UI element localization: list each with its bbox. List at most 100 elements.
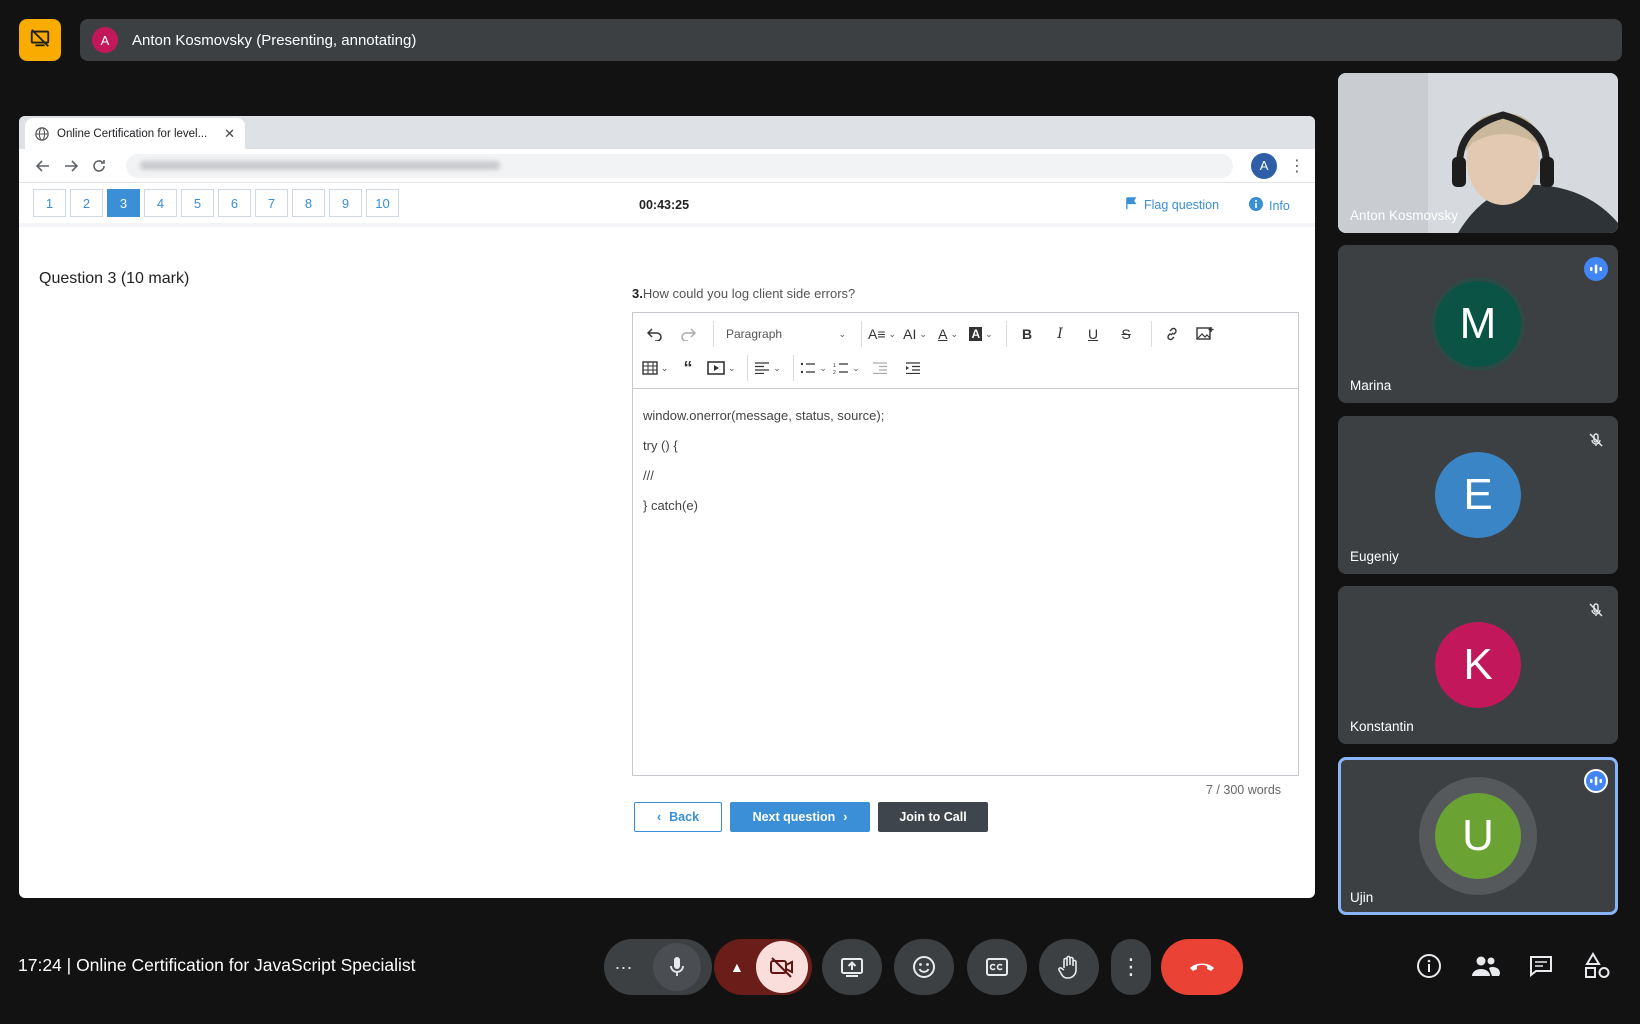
toolbar-divider bbox=[792, 355, 794, 381]
chevron-down-icon: ⌄ bbox=[728, 362, 736, 373]
participant-avatar: U bbox=[1435, 793, 1521, 879]
info-label: Info bbox=[1269, 198, 1290, 213]
back-arrow-icon[interactable] bbox=[29, 152, 57, 180]
meeting-details-icon[interactable] bbox=[1413, 950, 1445, 982]
paragraph-style-select[interactable]: Paragraph ⌄ bbox=[720, 320, 850, 348]
editor-content-area[interactable]: window.onerror(message, status, source);… bbox=[633, 389, 1298, 533]
question-nav-5[interactable]: 5 bbox=[181, 189, 214, 217]
undo-icon[interactable] bbox=[641, 320, 669, 348]
browser-profile-avatar[interactable]: A bbox=[1251, 152, 1277, 179]
back-label: Back bbox=[669, 810, 700, 824]
answer-line: try () { bbox=[643, 438, 678, 453]
tab-title: Online Certification for level... bbox=[57, 127, 208, 140]
strikethrough-icon[interactable]: S bbox=[1112, 320, 1140, 348]
chat-icon[interactable] bbox=[1525, 950, 1557, 982]
chevron-down-icon: ⌄ bbox=[660, 362, 669, 373]
chevron-up-icon[interactable]: ▲ bbox=[730, 959, 744, 975]
leave-call-button[interactable] bbox=[1161, 939, 1243, 995]
question-prompt: 3.How could you log client side errors? bbox=[632, 286, 855, 301]
participant-tile-konstantin[interactable]: K Konstantin bbox=[1338, 586, 1618, 744]
presenter-banner: A Anton Kosmovsky (Presenting, annotatin… bbox=[80, 19, 1622, 61]
word-count: 7 / 300 words bbox=[1206, 783, 1282, 797]
microphone-icon[interactable] bbox=[653, 943, 702, 991]
address-bar[interactable] bbox=[126, 153, 1234, 178]
question-nav-8[interactable]: 8 bbox=[292, 189, 325, 217]
font-color-icon[interactable]: A ⌄ bbox=[934, 320, 962, 348]
insert-image-icon[interactable] bbox=[1191, 320, 1219, 348]
link-icon[interactable] bbox=[1158, 320, 1186, 348]
presenter-label: Anton Kosmovsky (Presenting, annotating) bbox=[132, 31, 417, 49]
presenter-avatar: A bbox=[92, 27, 118, 53]
numbered-list-icon[interactable]: 1 2 ⌄ bbox=[833, 354, 861, 382]
chevron-down-icon: ⌄ bbox=[819, 362, 827, 373]
blurred-url bbox=[140, 161, 501, 170]
tab-close-icon[interactable]: ✕ bbox=[224, 126, 235, 142]
question-nav-4[interactable]: 4 bbox=[144, 189, 177, 217]
bulleted-list-icon[interactable]: ⌄ bbox=[800, 354, 828, 382]
chevron-down-icon: ⌄ bbox=[838, 328, 846, 339]
flag-question-link[interactable]: Flag question bbox=[1125, 197, 1219, 213]
answer-line: window.onerror(message, status, source); bbox=[643, 408, 885, 423]
raise-hand-button[interactable] bbox=[1039, 939, 1099, 995]
participant-tile-ujin[interactable]: U Ujin bbox=[1338, 757, 1618, 915]
info-link[interactable]: Info bbox=[1249, 197, 1290, 214]
stop-presenting-button[interactable] bbox=[19, 19, 61, 61]
activities-icon[interactable] bbox=[1581, 950, 1613, 982]
participant-avatar: E bbox=[1435, 452, 1521, 538]
question-nav-7[interactable]: 7 bbox=[255, 189, 288, 217]
indent-icon[interactable] bbox=[899, 354, 927, 382]
align-left-icon[interactable]: ⌄ bbox=[754, 354, 782, 382]
participant-tile-anton[interactable]: Anton Kosmovsky bbox=[1338, 73, 1618, 233]
toolbar-divider bbox=[746, 355, 748, 381]
toolbar-divider bbox=[861, 321, 862, 347]
question-nav-2[interactable]: 2 bbox=[70, 189, 103, 217]
reload-icon[interactable] bbox=[85, 152, 113, 180]
font-size-icon[interactable]: A≡ ⌄ bbox=[868, 320, 896, 348]
meeting-info: 17:24 | Online Certification for JavaScr… bbox=[18, 955, 416, 975]
toolbar-divider bbox=[713, 321, 714, 347]
media-embed-icon[interactable]: ⌄ bbox=[707, 354, 736, 382]
outdent-icon[interactable] bbox=[866, 354, 894, 382]
question-nav-1[interactable]: 1 bbox=[33, 189, 66, 217]
participant-name: Marina bbox=[1350, 378, 1392, 393]
join-to-call-label: Join to Call bbox=[899, 810, 967, 824]
join-to-call-button[interactable]: Join to Call bbox=[878, 802, 988, 832]
reactions-button[interactable] bbox=[894, 939, 954, 995]
shared-browser-window: Online Certification for level... ✕ A ⋮ … bbox=[19, 116, 1315, 898]
question-number: 3. bbox=[632, 286, 643, 301]
chevron-down-icon: ⌄ bbox=[773, 362, 781, 373]
hang-up-icon bbox=[1190, 963, 1214, 971]
camera-off-button[interactable] bbox=[756, 941, 808, 993]
captions-button[interactable] bbox=[967, 939, 1027, 995]
font-family-icon[interactable]: AI ⌄ bbox=[901, 320, 929, 348]
bold-icon[interactable]: B bbox=[1013, 320, 1041, 348]
question-nav-3[interactable]: 3 bbox=[107, 189, 140, 217]
table-icon[interactable]: ⌄ bbox=[641, 354, 669, 382]
more-options-button[interactable]: ⋮ bbox=[1111, 939, 1151, 995]
forward-arrow-icon[interactable] bbox=[57, 152, 85, 180]
question-text: How could you log client side errors? bbox=[642, 286, 856, 301]
underline-icon[interactable]: U bbox=[1079, 320, 1107, 348]
next-question-button[interactable]: Next question › bbox=[730, 802, 870, 832]
participant-name: Ujin bbox=[1350, 890, 1374, 905]
blockquote-icon[interactable]: “ bbox=[674, 354, 702, 382]
participant-avatar: K bbox=[1435, 622, 1521, 708]
browser-tab[interactable]: Online Certification for level... ✕ bbox=[25, 118, 245, 149]
highlight-color-icon[interactable]: A ⌄ bbox=[967, 320, 995, 348]
present-screen-button[interactable] bbox=[822, 939, 882, 995]
people-icon[interactable] bbox=[1469, 950, 1501, 982]
question-navigator: 1 2 3 4 5 6 7 8 9 10 bbox=[33, 189, 403, 217]
flag-question-label: Flag question bbox=[1144, 198, 1220, 212]
participant-tile-marina[interactable]: M Marina bbox=[1338, 245, 1618, 403]
question-nav-10[interactable]: 10 bbox=[366, 189, 399, 217]
italic-icon[interactable]: I bbox=[1046, 320, 1074, 348]
back-button[interactable]: ‹ Back bbox=[634, 802, 722, 832]
participant-tile-eugeniy[interactable]: E Eugeniy bbox=[1338, 416, 1618, 574]
audio-control-group: ··· bbox=[604, 939, 712, 995]
browser-menu-icon[interactable]: ⋮ bbox=[1289, 156, 1305, 176]
audio-settings-button[interactable]: ··· bbox=[615, 957, 633, 978]
redo-icon[interactable] bbox=[674, 320, 702, 348]
question-nav-6[interactable]: 6 bbox=[218, 189, 251, 217]
info-icon bbox=[1249, 197, 1263, 214]
question-nav-9[interactable]: 9 bbox=[329, 189, 362, 217]
